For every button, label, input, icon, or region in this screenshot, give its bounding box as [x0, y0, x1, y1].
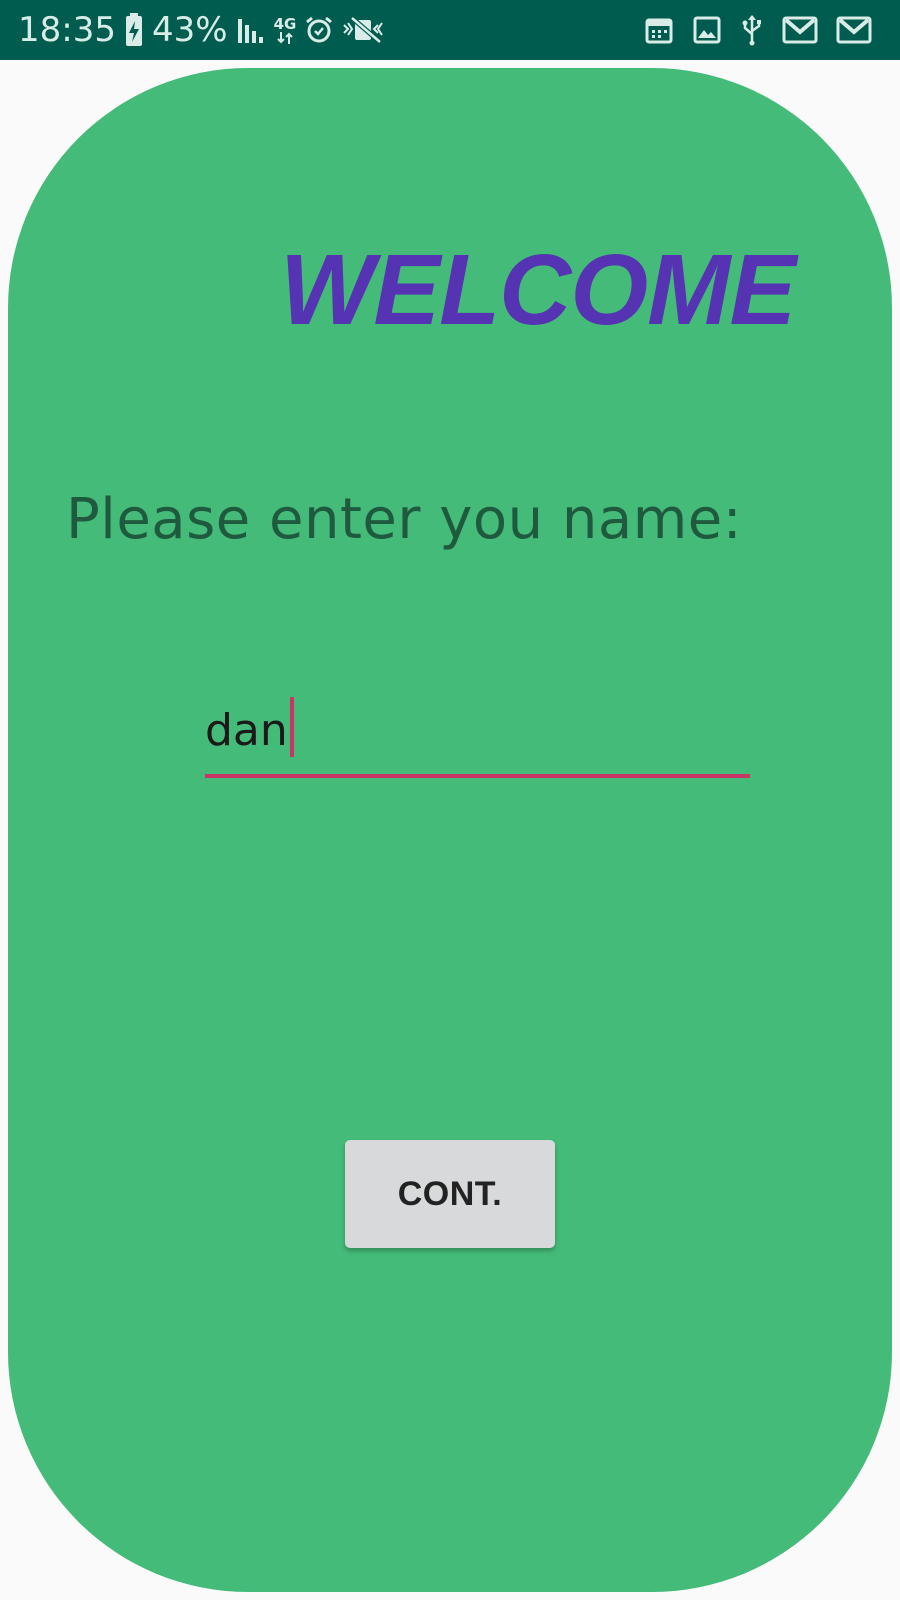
status-bar-right	[644, 0, 872, 60]
gmail-icon	[836, 15, 872, 45]
vibrate-silent-icon	[342, 15, 384, 45]
text-cursor	[289, 697, 294, 757]
name-input-text: dan	[205, 697, 294, 763]
calendar-icon	[644, 15, 674, 45]
name-input[interactable]: dan	[205, 695, 750, 778]
battery-percent: 43%	[151, 10, 228, 50]
name-input-underline	[205, 774, 750, 778]
image-icon	[692, 15, 722, 45]
network-4g-icon: 4G	[273, 14, 297, 44]
name-prompt-label: Please enter you name:	[66, 487, 743, 552]
status-bar-left: 18:35 43% 4G	[18, 0, 384, 60]
continue-button[interactable]: CONT.	[345, 1140, 555, 1248]
name-input-value: dan	[205, 705, 288, 756]
status-bar: 18:35 43% 4G	[0, 0, 900, 60]
usb-icon	[740, 14, 764, 46]
signal-icon	[236, 15, 266, 45]
page-title: WELCOME	[280, 234, 796, 346]
alarm-icon	[304, 15, 334, 45]
network-label: 4G	[273, 14, 297, 33]
battery-charging-icon	[124, 13, 144, 47]
status-time: 18:35	[18, 10, 116, 50]
gmail-icon	[782, 15, 818, 45]
